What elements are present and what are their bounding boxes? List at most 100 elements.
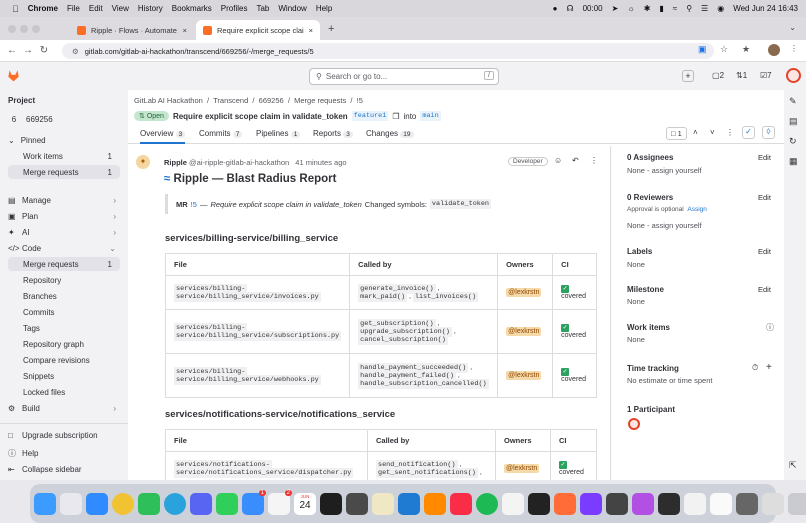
reply-icon[interactable]: ↶ [572, 156, 579, 165]
sidebar-item-merge-requests[interactable]: Merge requests 1 [8, 257, 120, 271]
tab-reports[interactable]: Reports 3 [313, 129, 353, 138]
milestone-edit-button[interactable]: Edit [758, 285, 771, 294]
labels-edit-button[interactable]: Edit [758, 247, 771, 256]
mail-icon[interactable]: 1 [242, 489, 266, 515]
participant-avatar[interactable] [628, 418, 640, 430]
search-input[interactable]: ⚲ Search or go to... / [309, 68, 499, 85]
assignees-value[interactable]: None - assign yourself [627, 166, 702, 175]
tab-pipelines[interactable]: Pipelines 1 [256, 129, 301, 138]
sidebar-item-ai[interactable]: ✦ AI › [8, 228, 120, 237]
forward-icon[interactable]: → [20, 45, 36, 56]
owner-mention[interactable]: @lexkrstn [504, 464, 540, 473]
discord-icon[interactable] [190, 492, 212, 515]
note-handle[interactable]: @ai-ripple-gitlab-ai-hackathon [189, 158, 289, 167]
project-link[interactable]: 6 669256 [8, 115, 120, 124]
safari-icon[interactable] [86, 492, 108, 515]
source-branch[interactable]: feature1 [351, 111, 389, 121]
menu-dots-icon[interactable]: ⋮ [790, 44, 798, 53]
sidebar-item-build[interactable]: ⚙ Build › [8, 404, 120, 413]
profile-avatar[interactable] [768, 44, 780, 56]
breadcrumb-item[interactable]: Merge requests [294, 96, 346, 105]
sidebar-item-commits[interactable]: Commits [8, 308, 120, 317]
vscode-icon[interactable] [398, 492, 420, 515]
tab-commits[interactable]: Commits 7 [199, 129, 243, 138]
merge-requests-button[interactable]: ⇅1 [736, 71, 747, 80]
comments-button[interactable]: □ 1 [666, 127, 687, 140]
menu-edit[interactable]: Edit [89, 4, 103, 13]
sidebar-item-tags[interactable]: Tags [8, 324, 120, 333]
target-branch[interactable]: main [420, 111, 441, 121]
panel-icon[interactable]: ▦ [789, 156, 798, 167]
breadcrumb-item[interactable]: Transcend [213, 96, 248, 105]
books-icon[interactable] [424, 492, 446, 515]
sidebar-item-snippets[interactable]: Snippets [8, 372, 120, 381]
menu-profiles[interactable]: Profiles [221, 4, 248, 13]
sidebar-item-repository[interactable]: Repository [8, 276, 120, 285]
menu-window[interactable]: Window [278, 4, 306, 13]
siri-icon[interactable]: ◉ [717, 4, 724, 13]
tab-search-icon[interactable]: ⌄ [789, 23, 796, 32]
wifi-icon[interactable]: ≈ [673, 4, 677, 13]
preview-icon[interactable] [710, 492, 732, 515]
chevron-down-icon[interactable]: ˅ [710, 128, 715, 137]
extensions-icon[interactable]: ★ [742, 44, 750, 55]
app-icon[interactable] [658, 492, 680, 515]
app-icon[interactable] [606, 492, 628, 515]
app-icon[interactable] [580, 492, 602, 515]
reviewers-edit-button[interactable]: Edit [758, 193, 771, 202]
breadcrumb-item[interactable]: 669256 [259, 96, 284, 105]
tab-overview[interactable]: Overview 3 [140, 129, 186, 144]
chevron-up-icon[interactable]: ˄ [693, 128, 698, 137]
menu-view[interactable]: View [112, 4, 129, 13]
spotlight-icon[interactable]: ⚲ [686, 4, 692, 13]
sidebar-item-repository-graph[interactable]: Repository graph [8, 340, 120, 349]
breadcrumb-item[interactable]: !5 [357, 96, 363, 105]
emoji-reaction-icon[interactable]: ☺ [554, 156, 562, 165]
new-tab-icon[interactable]: + [328, 23, 334, 35]
status-icon[interactable]: ● [553, 4, 558, 13]
word-icon[interactable] [372, 492, 394, 515]
owner-mention[interactable]: @lexkrstn [506, 288, 542, 297]
notification-bell-icon[interactable]: ◊ [762, 126, 775, 139]
sidebar-item-branches[interactable]: Branches [8, 292, 120, 301]
app-icon[interactable] [502, 492, 524, 515]
postman-icon[interactable] [554, 492, 576, 515]
music-icon[interactable] [450, 492, 472, 515]
menu-bookmarks[interactable]: Bookmarks [172, 4, 212, 13]
star-icon[interactable]: ☆ [720, 44, 728, 55]
trash-icon[interactable] [788, 492, 806, 515]
close-window-dot[interactable] [8, 25, 16, 33]
battery-icon[interactable]: ▮ [659, 4, 663, 13]
calendar-icon[interactable]: JUN 24 [294, 492, 316, 515]
sidebar-item-code[interactable]: </> Code ⌄ [8, 244, 120, 253]
sun-icon[interactable]: ☼ [627, 4, 634, 13]
app-icon[interactable] [736, 492, 758, 515]
podcasts-icon[interactable] [632, 492, 654, 515]
user-avatar[interactable] [786, 68, 801, 83]
launchpad-icon[interactable] [60, 492, 82, 515]
reviewers-value[interactable]: None - assign yourself [627, 221, 702, 230]
menu-history[interactable]: History [138, 4, 163, 13]
maximize-window-dot[interactable] [32, 25, 40, 33]
control-center-icon[interactable]: ☰ [701, 4, 708, 13]
collapse-sidebar-button[interactable]: ⇤ Collapse sidebar [8, 465, 120, 474]
issues-button[interactable]: ▢2 [712, 71, 724, 80]
browser-tab[interactable]: Ripple · Flows · Automate · Gi × [70, 20, 194, 40]
info-icon[interactable]: ⓘ [766, 322, 774, 333]
spotify-icon[interactable] [476, 492, 498, 515]
note-author[interactable]: Ripple [164, 158, 187, 167]
finder-icon[interactable] [34, 492, 56, 515]
headphones-icon[interactable]: ☊ [567, 4, 574, 13]
whatsapp-icon[interactable] [138, 492, 160, 515]
breadcrumb-item[interactable]: GitLab AI Hackathon [134, 96, 203, 105]
url-bar[interactable]: ⚙ gitlab.com/gitlab-ai-hackathon/transce… [62, 43, 714, 59]
owner-mention[interactable]: @lexkrstn [506, 327, 542, 336]
reload-icon[interactable]: ↻ [36, 45, 52, 56]
notes-icon[interactable]: 2 [268, 489, 292, 515]
more-actions-icon[interactable]: ⋮ [726, 128, 734, 137]
ripple-avatar[interactable]: ✦ [136, 155, 150, 169]
url-text[interactable]: gitlab.com/gitlab-ai-hackathon/transcend… [85, 47, 314, 56]
app-icon[interactable] [684, 492, 706, 515]
back-icon[interactable]: ← [4, 45, 20, 56]
sidebar-item-compare-revisions[interactable]: Compare revisions [8, 356, 120, 365]
